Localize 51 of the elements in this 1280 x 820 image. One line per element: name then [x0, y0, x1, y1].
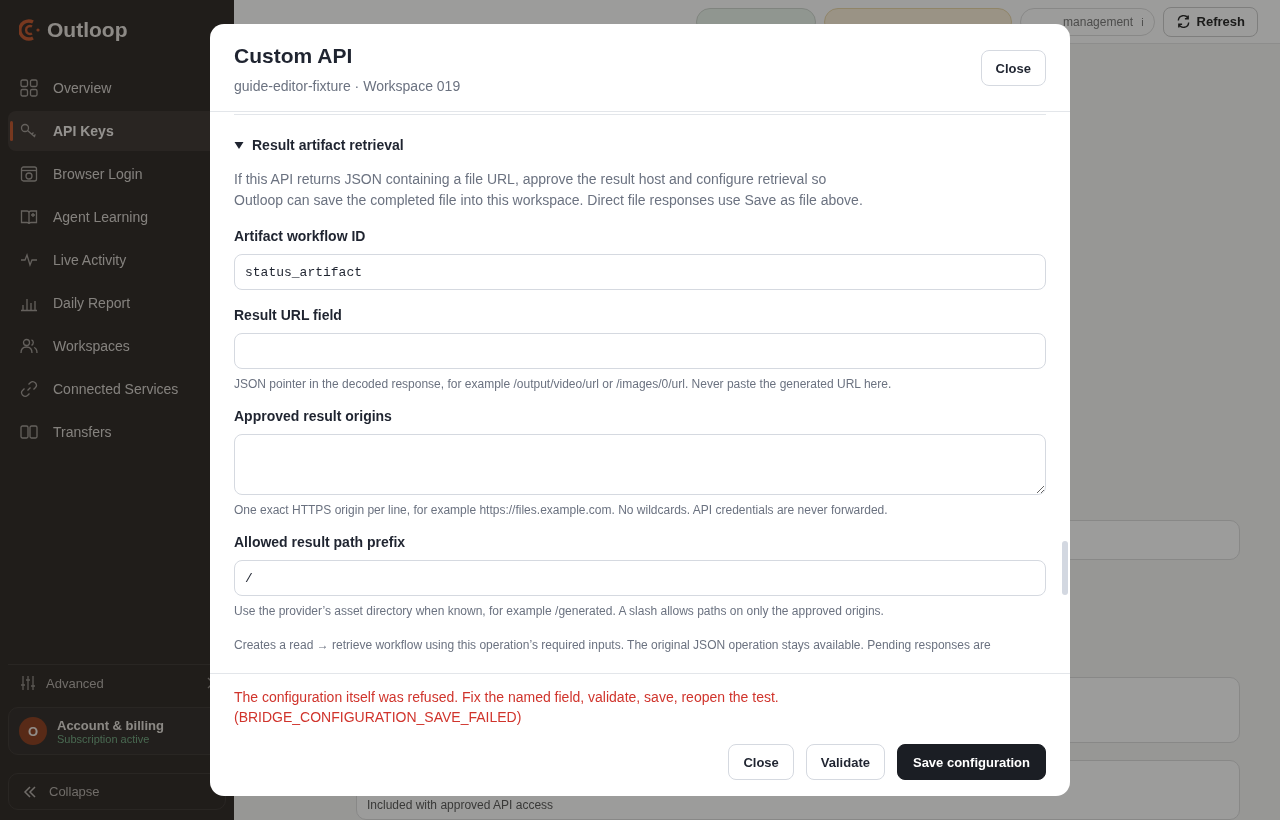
nav-item[interactable]: Connected Services — [8, 369, 226, 409]
workflow-note: Creates a read → retrieve workflow using this operation’s required inputs. The original JSON operation stays available. Pending responses are — [234, 638, 992, 652]
dialog-button[interactable]: Close — [728, 744, 794, 780]
field-label: Artifact workflow ID — [234, 228, 367, 244]
book-icon — [20, 208, 38, 226]
help-text: JSON pointer in the decoded response, for example /output/video/url or /images/0/url. Never paste the generated URL here. — [234, 377, 893, 391]
refresh-icon — [1175, 14, 1191, 29]
link-icon — [20, 380, 38, 398]
account-name: Account & billing — [57, 717, 164, 733]
section-description: If this API returns JSON containing a file URL, approve the result host and configure retrieval so Outloop can save the completed file into this workspace. Direct file responses use Save as file above. — [234, 170, 864, 210]
help-text: Use the provider’s asset directory when known, for example /generated. A slash allows paths on only the approved origins. — [234, 604, 885, 618]
text-area[interactable] — [234, 434, 1046, 495]
nav-item[interactable]: Transfers — [8, 412, 226, 452]
logo-icon — [19, 18, 41, 42]
error-message: The configuration itself was refused. Fix the named field, validate, save, reopen the test. (BRIDGE_CONFIGURATION_SAVE_FAILED) — [234, 688, 780, 727]
caret-icon — [234, 140, 244, 150]
scrollbar[interactable] — [1062, 541, 1068, 595]
brand-name: Outloop — [47, 18, 128, 42]
field-label: Allowed result path prefix — [234, 534, 407, 550]
field-label: Approved result origins — [234, 408, 393, 424]
access-note: Included with approved API access — [367, 798, 554, 812]
section-toggle[interactable]: Result artifact retrieval — [234, 137, 1046, 153]
close-button[interactable]: Close — [980, 50, 1046, 86]
browser-icon — [20, 165, 38, 183]
info-icon[interactable]: i — [1141, 15, 1144, 28]
nav-item[interactable]: Browser Login — [8, 154, 226, 194]
people-icon — [20, 337, 38, 355]
dialog-subtitle: guide-editor-fixture · Workspace 019 — [234, 78, 461, 94]
collapse-button[interactable]: Collapse — [8, 773, 226, 810]
nav-item[interactable]: Agent Learning — [8, 197, 226, 237]
nav-item[interactable]: Live Activity — [8, 240, 226, 280]
nav-item[interactable]: Daily Report — [8, 283, 226, 323]
save-button[interactable]: Save configuration — [896, 744, 1046, 780]
key-icon — [20, 122, 38, 140]
sliders-icon — [20, 675, 36, 691]
pulse-icon — [20, 251, 38, 269]
dialog-title: Custom API — [234, 44, 354, 68]
input-field[interactable]: / — [234, 560, 1046, 596]
help-text: One exact HTTPS origin per line, for example https://files.example.com. No wildcards. API credentials are never forwarded. — [234, 503, 889, 517]
nav-item[interactable]: Overview — [8, 68, 226, 108]
refresh-button[interactable]: Refresh — [1162, 6, 1258, 37]
avatar: O — [19, 717, 47, 745]
grid-icon — [20, 79, 38, 97]
input-field[interactable] — [234, 333, 1046, 369]
field-label: Result URL field — [234, 307, 343, 323]
input-field[interactable]: status_artifact — [234, 254, 1046, 290]
dialog-button[interactable]: Validate — [805, 744, 885, 780]
transfer-icon — [20, 423, 38, 441]
double-chevron-icon — [23, 785, 37, 798]
subscription-status: Subscription active — [57, 732, 150, 745]
nav-item[interactable]: Workspaces — [8, 326, 226, 366]
